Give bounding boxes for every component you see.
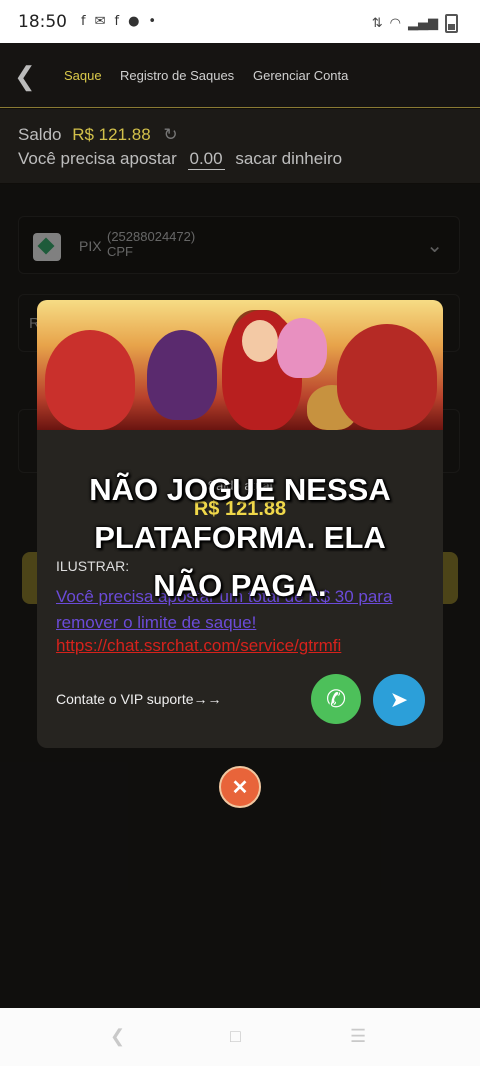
wifi-icon: ◠ xyxy=(389,16,401,31)
whatsapp-icon[interactable]: ✆ xyxy=(311,674,361,724)
status-time: 18:50 xyxy=(18,11,67,32)
vip-support-text: Contate o VIP suporte→→ xyxy=(56,691,222,707)
bet-value: 0.00 xyxy=(187,149,225,170)
status-bar: 18:50 f ✉ f ● • ⇅ ◠ ▂▄▆ xyxy=(0,0,480,43)
telegram-icon[interactable]: ➤ xyxy=(373,674,425,726)
caption-line-2: PLATAFORMA. ELA xyxy=(94,520,386,555)
recents-nav-icon[interactable]: ☰ xyxy=(350,1026,366,1047)
chat-icon: ● xyxy=(128,14,140,29)
bet-prefix: Você precisa apostar xyxy=(18,149,177,168)
balance-label: Saldo xyxy=(18,125,62,144)
tab-gerenciar-conta[interactable]: Gerenciar Conta xyxy=(253,68,348,83)
system-icons: ⇅ ◠ ▂▄▆ xyxy=(372,14,458,33)
data-arrows-icon: ⇅ xyxy=(371,16,383,31)
dot-icon: • xyxy=(148,14,157,29)
battery-icon xyxy=(445,14,458,33)
tab-registro-de-saques[interactable]: Registro de Saques xyxy=(120,68,234,83)
system-navigation-bar: ❮ □ ☰ xyxy=(0,1008,480,1066)
back-arrow-icon[interactable]: ❮ xyxy=(14,61,36,92)
caption-line-3: NÃO PAGA. xyxy=(153,568,327,603)
support-link[interactable]: https://chat.ssrchat.com/service/gtrmfi xyxy=(56,636,441,656)
signal-icon: ▂▄▆ xyxy=(408,16,438,31)
refresh-icon[interactable]: ↻ xyxy=(163,125,177,145)
bet-requirement-row: Você precisa apostar 0.00 sacar dinheiro xyxy=(18,149,342,170)
home-nav-icon[interactable]: □ xyxy=(230,1026,241,1047)
warning-caption: NÃO JOGUE NESSA PLATAFORMA. ELA NÃO PAGA… xyxy=(60,466,420,610)
tab-saque[interactable]: Saque xyxy=(64,68,102,83)
balance-amount: R$ 121.88 xyxy=(72,125,151,144)
caption-line-1: NÃO JOGUE NESSA xyxy=(89,472,391,507)
messenger-icon: ✉ xyxy=(94,14,106,29)
back-nav-icon[interactable]: ❮ xyxy=(110,1026,125,1047)
balance-section: Saldo R$ 121.88 ↻ Você precisa apostar 0… xyxy=(0,109,480,183)
balance-row: Saldo R$ 121.88 ↻ xyxy=(18,125,178,145)
facebook-icon: f xyxy=(114,14,120,29)
bet-suffix: sacar dinheiro xyxy=(235,149,343,168)
game-banner-image xyxy=(37,300,443,430)
top-nav: ❮ Saque Registro de Saques Gerenciar Con… xyxy=(0,43,480,108)
close-icon[interactable]: ✕ xyxy=(219,766,261,808)
facebook-icon: f xyxy=(81,14,86,29)
notification-icons: f ✉ f ● • xyxy=(81,14,156,29)
